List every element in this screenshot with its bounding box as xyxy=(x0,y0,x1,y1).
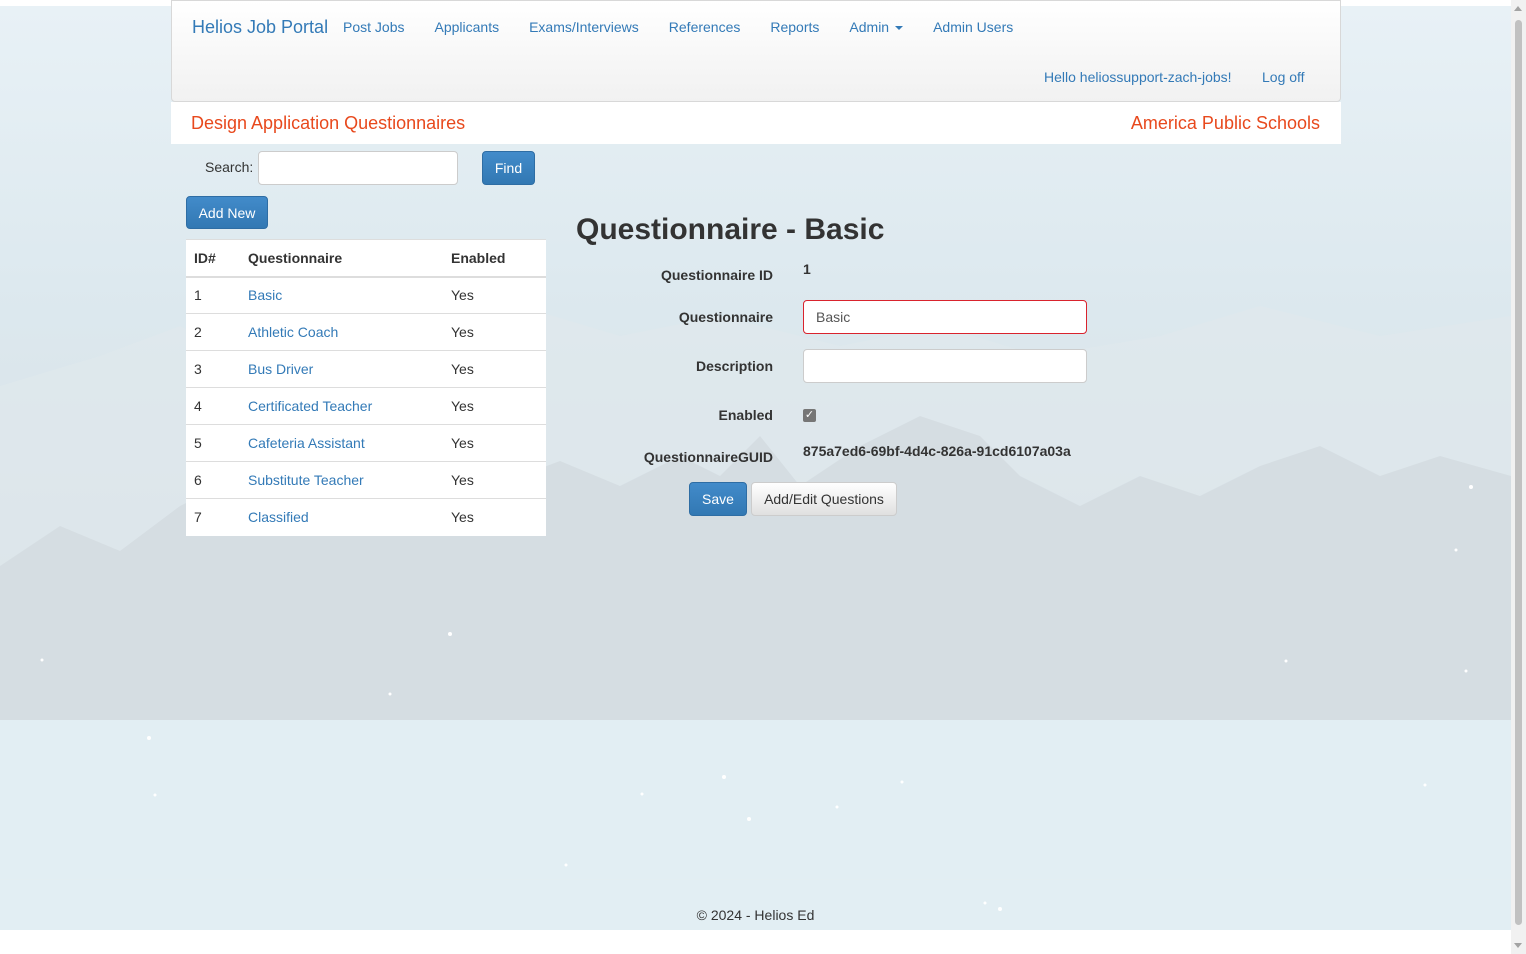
description-field[interactable] xyxy=(803,349,1087,383)
search-input[interactable] xyxy=(258,151,458,185)
description-label: Description xyxy=(695,358,773,374)
questionnaire-guid-label: QuestionnaireGUID xyxy=(643,449,773,465)
top-navbar: Helios Job Portal Post Jobs Applicants E… xyxy=(171,0,1341,102)
row-id: 6 xyxy=(186,461,240,499)
add-new-button[interactable]: Add New xyxy=(186,196,268,229)
row-questionnaire-link[interactable]: Athletic Coach xyxy=(240,313,443,351)
row-id: 7 xyxy=(186,498,240,536)
scrollbar-thumb[interactable] xyxy=(1515,20,1522,925)
row-enabled: Yes xyxy=(443,387,546,425)
logoff-link[interactable]: Log off xyxy=(1262,69,1305,85)
row-id: 4 xyxy=(186,387,240,425)
row-questionnaire-link[interactable]: Cafeteria Assistant xyxy=(240,424,443,462)
enabled-checkbox[interactable]: ✓ xyxy=(803,409,816,422)
table-row: 3 Bus Driver Yes xyxy=(186,350,546,388)
row-enabled: Yes xyxy=(443,350,546,388)
row-id: 5 xyxy=(186,424,240,462)
nav-post-jobs[interactable]: Post Jobs xyxy=(343,19,404,35)
table-row: 4 Certificated Teacher Yes xyxy=(186,387,546,425)
row-id: 2 xyxy=(186,313,240,351)
row-questionnaire-link[interactable]: Bus Driver xyxy=(240,350,443,388)
save-button[interactable]: Save xyxy=(689,482,747,516)
row-enabled: Yes xyxy=(443,424,546,462)
nav-applicants[interactable]: Applicants xyxy=(434,19,499,35)
row-questionnaire-link[interactable]: Substitute Teacher xyxy=(240,461,443,499)
brand-link[interactable]: Helios Job Portal xyxy=(192,17,328,38)
nav-admin-dropdown[interactable]: Admin xyxy=(849,19,904,35)
nav-links: Post Jobs Applicants Exams/Interviews Re… xyxy=(343,19,1043,35)
row-enabled: Yes xyxy=(443,276,546,314)
search-label: Search: xyxy=(205,159,254,175)
scroll-down-arrow-icon[interactable] xyxy=(1514,943,1522,948)
vertical-scrollbar[interactable] xyxy=(1511,0,1526,954)
questionnaire-detail-title: Questionnaire - Basic xyxy=(576,213,885,246)
nav-exams-interviews[interactable]: Exams/Interviews xyxy=(529,19,639,35)
nav-reports[interactable]: Reports xyxy=(770,19,819,35)
questionnaire-guid-value: 875a7ed6-69bf-4d4c-826a-91cd6107a03a xyxy=(803,443,1071,459)
user-greeting-link[interactable]: Hello heliossupport-zach-jobs! xyxy=(1044,69,1232,85)
column-header-id: ID# xyxy=(186,239,240,278)
page-subheader: Design Application Questionnaires Americ… xyxy=(171,102,1341,144)
column-header-questionnaire: Questionnaire xyxy=(240,239,443,278)
nav-references[interactable]: References xyxy=(669,19,741,35)
questionnaire-id-label: Questionnaire ID xyxy=(660,267,773,283)
organization-name: America Public Schools xyxy=(1130,113,1320,133)
nav-admin-users[interactable]: Admin Users xyxy=(933,19,1013,35)
row-enabled: Yes xyxy=(443,461,546,499)
footer-copyright: © 2024 - Helios Ed xyxy=(696,907,815,923)
caret-down-icon xyxy=(895,26,904,31)
table-header-row: ID# Questionnaire Enabled xyxy=(186,239,546,278)
column-header-enabled: Enabled xyxy=(443,239,546,278)
table-row: 6 Substitute Teacher Yes xyxy=(186,461,546,499)
scroll-up-arrow-icon[interactable] xyxy=(1514,6,1522,11)
row-enabled: Yes xyxy=(443,313,546,351)
row-questionnaire-link[interactable]: Classified xyxy=(240,498,443,536)
find-button[interactable]: Find xyxy=(482,151,535,185)
table-row: 1 Basic Yes xyxy=(186,276,546,314)
checkmark-icon: ✓ xyxy=(804,409,815,421)
row-questionnaire-link[interactable]: Basic xyxy=(240,276,443,314)
nav-admin-label: Admin xyxy=(849,19,890,35)
row-id: 1 xyxy=(186,276,240,314)
row-enabled: Yes xyxy=(443,498,546,536)
footer-divider xyxy=(0,879,1511,880)
questionnaire-id-value: 1 xyxy=(803,261,811,277)
questionnaire-name-label: Questionnaire xyxy=(678,309,773,325)
page-title: Design Application Questionnaires xyxy=(191,113,466,133)
questionnaire-name-field[interactable] xyxy=(803,300,1087,334)
table-row: 5 Cafeteria Assistant Yes xyxy=(186,424,546,462)
table-row: 2 Athletic Coach Yes xyxy=(186,313,546,351)
add-edit-questions-button[interactable]: Add/Edit Questions xyxy=(751,482,897,516)
table-row: 7 Classified Yes xyxy=(186,498,546,536)
enabled-label: Enabled xyxy=(718,407,773,423)
questionnaire-table: ID# Questionnaire Enabled 1 Basic Yes 2 … xyxy=(186,239,546,536)
row-questionnaire-link[interactable]: Certificated Teacher xyxy=(240,387,443,425)
row-id: 3 xyxy=(186,350,240,388)
